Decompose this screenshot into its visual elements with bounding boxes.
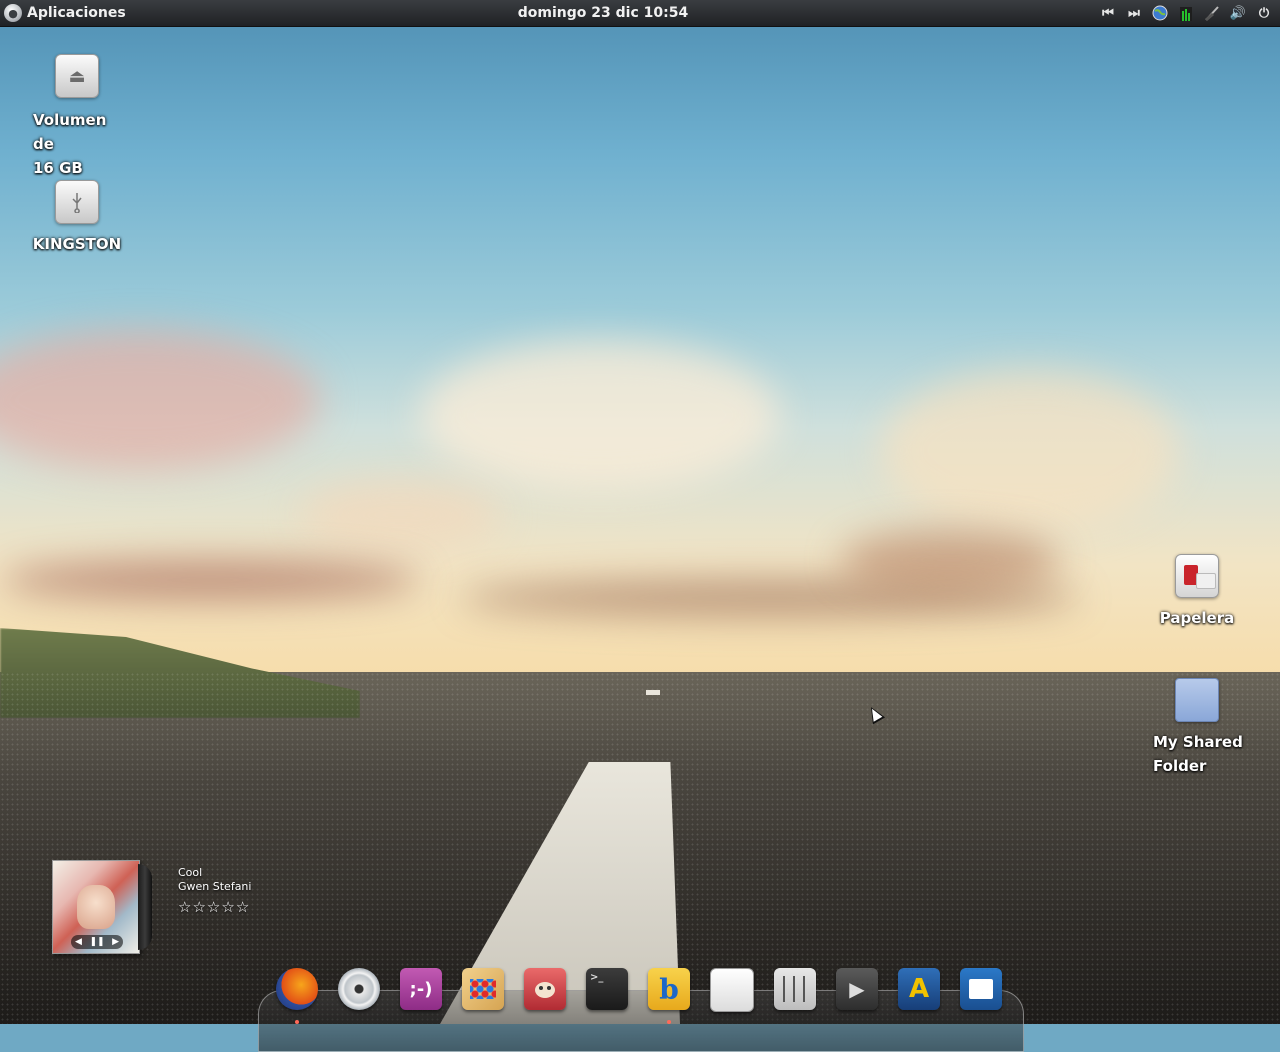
skip-back-icon[interactable]: ⏮ [1098, 3, 1118, 23]
power-icon[interactable]: ⏻ [1254, 3, 1274, 23]
cd-burner-icon[interactable] [338, 968, 380, 1010]
mixer-sliders [783, 976, 807, 1002]
paint-icon[interactable] [462, 968, 504, 1010]
desktop-icon-trash[interactable]: Papelera [1149, 554, 1245, 630]
previous-track-icon[interactable]: ◀ [75, 937, 82, 947]
firefox-icon[interactable] [276, 968, 318, 1024]
text-document-icon[interactable] [710, 968, 754, 1012]
desktop-icon-label: KINGSTON [32, 235, 122, 253]
wallpaper-cloud [0, 560, 420, 600]
chat-messenger-icon[interactable]: ;-) [400, 968, 442, 1010]
pause-icon[interactable]: ❚❚ [89, 937, 104, 947]
desktop-icon-volume-16gb[interactable]: ⏏ Volumen de 16 GB [29, 54, 125, 180]
system-tray: ⏮ ⏭ 🔊 ⏻ [1098, 3, 1274, 23]
running-indicator [295, 1020, 299, 1024]
trash-icon-paper [1196, 573, 1216, 589]
writer-document-icon[interactable] [960, 968, 1002, 1010]
playback-controls: ◀ ❚❚ ▶ [71, 935, 123, 949]
gimp-icon[interactable] [524, 968, 566, 1010]
usb-drive-icon [55, 180, 99, 224]
bluefish-glyph: b [659, 972, 679, 1006]
rating-star-icon[interactable]: ☆ [207, 898, 220, 916]
trash-icon [1175, 554, 1219, 598]
network-globe-icon[interactable] [1150, 3, 1170, 23]
clock[interactable]: domingo 23 dic 10:54 [0, 5, 1206, 21]
bluefish-editor-icon[interactable]: b [648, 968, 690, 1024]
next-track-icon[interactable]: ▶ [112, 937, 119, 947]
road-stripe-far [646, 690, 660, 695]
desktop-icon-label-line1: My Shared [1153, 733, 1243, 751]
album-art: ◀ ❚❚ ▶ [52, 860, 140, 954]
rating-star-icon[interactable]: ☆ [192, 898, 205, 916]
desktop-icon-kingston[interactable]: KINGSTON [29, 180, 125, 256]
paint-palette-dots [470, 979, 496, 999]
wallpaper-cloud [880, 370, 1180, 530]
rating-stars: ☆ ☆ ☆ ☆ ☆ [178, 898, 249, 916]
wallpaper-cloud [840, 530, 1060, 590]
video-editor-icon[interactable]: ▶ [836, 968, 878, 1010]
desktop-icon-label: Papelera [1159, 609, 1235, 627]
rating-star-icon[interactable]: ☆ [221, 898, 234, 916]
top-panel: ● Aplicaciones domingo 23 dic 10:54 ⏮ ⏭ … [0, 0, 1280, 27]
desktop-icon-label-line2: 16 GB [33, 159, 83, 177]
wallpaper-cloud [420, 340, 780, 490]
track-title: Cool [178, 866, 203, 879]
vinyl-record-icon [138, 864, 152, 950]
volume-icon[interactable]: 🔊 [1228, 3, 1248, 23]
desktop-icon-label: Volumen de 16 GB [29, 108, 125, 180]
rating-star-icon[interactable]: ☆ [178, 898, 191, 916]
track-artist: Gwen Stefani [178, 880, 252, 893]
network-signal-icon[interactable] [1202, 3, 1222, 23]
app-a-icon[interactable]: A [898, 968, 940, 1010]
skip-forward-icon[interactable]: ⏭ [1124, 3, 1144, 23]
terminal-icon[interactable]: >_ [586, 968, 628, 1010]
running-indicator [667, 1020, 671, 1024]
album-art-figure [77, 885, 115, 929]
writer-page [969, 979, 993, 999]
system-monitor-icon[interactable] [1176, 3, 1196, 23]
desktop-icon-shared-folder[interactable]: My Shared Folder [1149, 678, 1245, 778]
folder-icon [1175, 678, 1219, 722]
desktop-icon-label-line2: Folder [1153, 757, 1207, 775]
music-player-widget: ◀ ❚❚ ▶ Cool Gwen Stefani ☆ ☆ ☆ ☆ ☆ [52, 860, 272, 956]
desktop-icon-label: My Shared Folder [1149, 730, 1245, 778]
mixer-icon[interactable] [774, 968, 816, 1010]
dock: ;-) >_ b ▶ A [276, 968, 1002, 1024]
desktop-icon-label-line1: Volumen de [33, 111, 107, 153]
wallpaper-cloud [300, 480, 500, 550]
rating-star-icon[interactable]: ☆ [236, 898, 249, 916]
eject-drive-icon: ⏏ [55, 54, 99, 98]
